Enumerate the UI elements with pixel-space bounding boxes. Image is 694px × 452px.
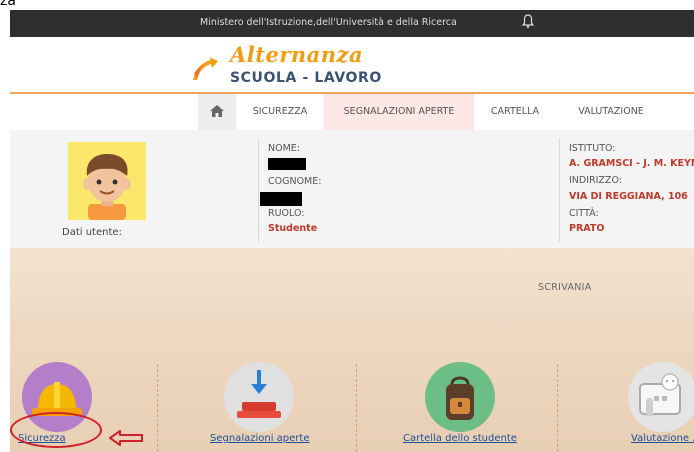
- cropped-heading-text: za: [0, 0, 16, 9]
- nav-home[interactable]: [198, 94, 236, 130]
- backpack-icon: [446, 376, 474, 420]
- indirizzo-label: INDIRIZZO:: [569, 175, 622, 186]
- cognome-redacted-value: [260, 192, 302, 206]
- nav-item-segnalazioni-aperte[interactable]: SEGNALAZIONI APERTE: [324, 94, 474, 130]
- logo-script-text: Alternanza: [230, 42, 364, 67]
- ruolo-value: Studente: [268, 223, 318, 234]
- cartella-tile[interactable]: [425, 362, 495, 432]
- citta-value: PRATO: [569, 223, 605, 234]
- logo-mark-icon: [193, 57, 218, 80]
- column-divider: [258, 138, 259, 242]
- boy-avatar-icon: [83, 154, 131, 220]
- cartella-studente-link[interactable]: Cartella dello studente: [403, 433, 517, 444]
- desk-divider: [356, 364, 357, 452]
- column-divider: [559, 138, 560, 242]
- desk-divider: [557, 364, 558, 452]
- segnalazioni-aperte-link[interactable]: Segnalazioni aperte: [210, 433, 309, 444]
- valutazione-link[interactable]: Valutazione .: [631, 433, 694, 444]
- left-arrow-icon: [109, 430, 143, 446]
- bell-icon[interactable]: [521, 12, 535, 30]
- download-tray-icon: [237, 370, 281, 418]
- main-nav: SICUREZZA SEGNALAZIONI APERTE CARTELLA V…: [10, 94, 694, 130]
- user-data-caption: Dati utente:: [62, 227, 122, 238]
- citta-label: CITTÀ:: [569, 208, 599, 219]
- ruolo-label: RUOLO:: [268, 208, 305, 219]
- indirizzo-value: VIA DI REGGIANA, 106: [569, 191, 688, 202]
- highlight-ellipse: [10, 412, 102, 448]
- alternanza-logo[interactable]: Alternanza SCUOLA - LAVORO: [190, 42, 381, 90]
- nav-item-sicurezza[interactable]: SICUREZZA: [236, 94, 324, 130]
- home-icon: [210, 105, 224, 117]
- ministry-top-bar: Ministero dell'Istruzione,dell'Universit…: [10, 10, 694, 37]
- ministry-title: Ministero dell'Istruzione,dell'Universit…: [200, 17, 457, 28]
- desk-divider: [157, 364, 158, 452]
- segnalazioni-tile[interactable]: [224, 362, 294, 432]
- istituto-value: A. GRAMSCI - J. M. KEYNE: [569, 158, 694, 169]
- istituto-label: ISTITUTO:: [569, 143, 616, 154]
- nav-item-valutazione[interactable]: VALUTAZIONE: [556, 94, 666, 130]
- user-info-panel: Dati utente: NOME: COGNOME: RUOLO: Stude…: [10, 130, 694, 248]
- desk-section: SCRIVANIA: [10, 248, 694, 452]
- avatar: [68, 142, 146, 220]
- nome-redacted-value: [268, 158, 306, 170]
- evaluation-screen-icon: [639, 373, 681, 416]
- cognome-label: COGNOME:: [268, 176, 322, 187]
- nome-label: NOME:: [268, 143, 300, 154]
- logo-subtitle: SCUOLA - LAVORO: [230, 70, 382, 86]
- valutazione-tile[interactable]: [628, 362, 694, 432]
- nav-item-cartella[interactable]: CARTELLA: [474, 94, 556, 130]
- desk-title: SCRIVANIA: [538, 282, 592, 293]
